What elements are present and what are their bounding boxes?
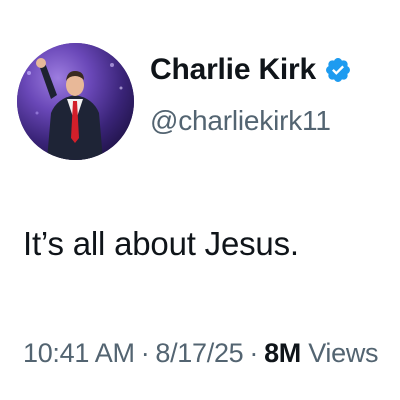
name-row: Charlie Kirk [150, 53, 352, 87]
views-count: 8M [264, 338, 301, 368]
display-name[interactable]: Charlie Kirk [150, 53, 316, 87]
avatar[interactable] [17, 43, 134, 160]
tweet-text: It’s all about Jesus. [23, 225, 299, 262]
tweet-card: Charlie Kirk @charliekirk11 It’s all abo… [0, 0, 400, 400]
views-label: Views [308, 338, 379, 368]
avatar-photo [17, 43, 134, 160]
meta-separator: · [249, 338, 259, 368]
tweet-date[interactable]: 8/17/25 [155, 338, 243, 368]
verified-badge-icon [324, 56, 352, 84]
tweet-meta: 10:41 AM · 8/17/25 · 8M Views [23, 338, 379, 369]
meta-separator: · [140, 338, 150, 368]
tweet-time[interactable]: 10:41 AM [23, 338, 135, 368]
user-handle[interactable]: @charliekirk11 [150, 105, 331, 137]
